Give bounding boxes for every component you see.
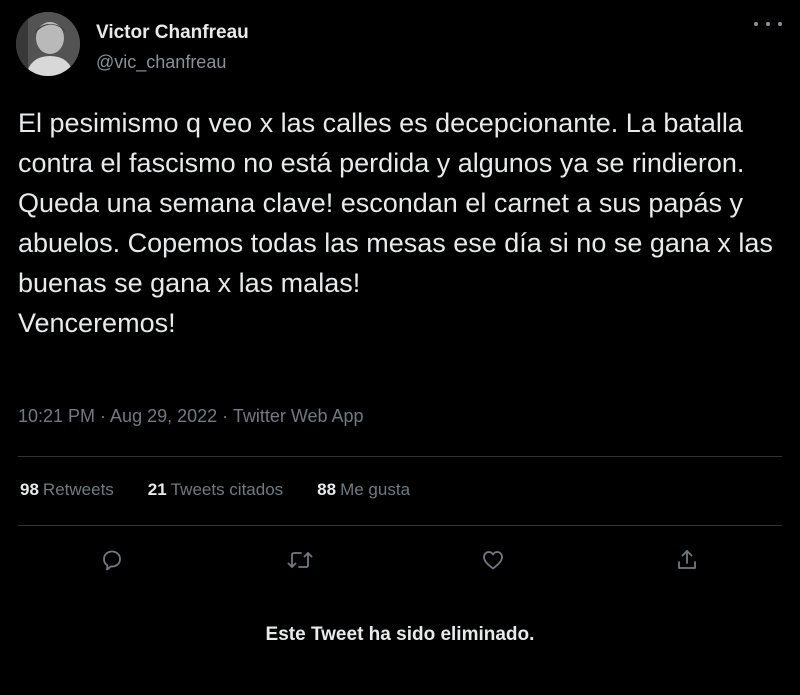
reply-icon — [103, 550, 121, 571]
like-button[interactable] — [478, 545, 508, 575]
retweets-label: Retweets — [42, 480, 114, 499]
tweet-paragraph: Venceremos! — [18, 308, 176, 338]
heart-icon — [483, 551, 503, 570]
tweet-paragraph: El pesimismo q veo x las calles es decep… — [18, 108, 745, 178]
dot — [754, 22, 758, 26]
likes-count: 88 — [317, 480, 337, 499]
tweet-card: Victor Chanfreau @vic_chanfreau El pesim… — [0, 0, 800, 695]
likes-label: Me gusta — [340, 480, 411, 499]
quotes-label: Tweets citados — [170, 480, 284, 499]
share-button[interactable] — [672, 545, 702, 575]
reply-button[interactable] — [97, 545, 127, 575]
likes-stat[interactable]: 88 Me gusta — [317, 480, 410, 500]
quotes-count: 21 — [147, 480, 167, 499]
dot — [778, 22, 782, 26]
author-name[interactable]: Victor Chanfreau — [96, 22, 249, 44]
avatar[interactable] — [16, 12, 80, 76]
quotes-stat[interactable]: 21 Tweets citados — [148, 480, 283, 500]
tweet-text: El pesimismo q veo x las calles es decep… — [18, 103, 788, 343]
tweet-actions — [0, 545, 800, 575]
retweet-icon — [287, 552, 313, 568]
tweet-timestamp[interactable]: 10:21 PM · Aug 29, 2022 · Twitter Web Ap… — [18, 406, 364, 427]
retweet-button[interactable] — [285, 545, 315, 575]
share-icon — [678, 550, 696, 569]
tweet-paragraph: Queda una semana clave! escondan el carn… — [18, 188, 773, 298]
retweets-stat[interactable]: 98 Retweets — [20, 480, 114, 500]
divider — [18, 456, 782, 457]
tweet-stats: 98 Retweets 21 Tweets citados 88 Me gusta — [20, 478, 444, 502]
author-handle[interactable]: @vic_chanfreau — [96, 52, 226, 73]
more-options-icon[interactable] — [754, 14, 782, 34]
dot — [766, 22, 770, 26]
deleted-tweet-notice: Este Tweet ha sido eliminado. — [265, 624, 535, 645]
retweets-count: 98 — [20, 480, 39, 499]
avatar-image — [16, 12, 80, 76]
divider — [18, 525, 782, 526]
